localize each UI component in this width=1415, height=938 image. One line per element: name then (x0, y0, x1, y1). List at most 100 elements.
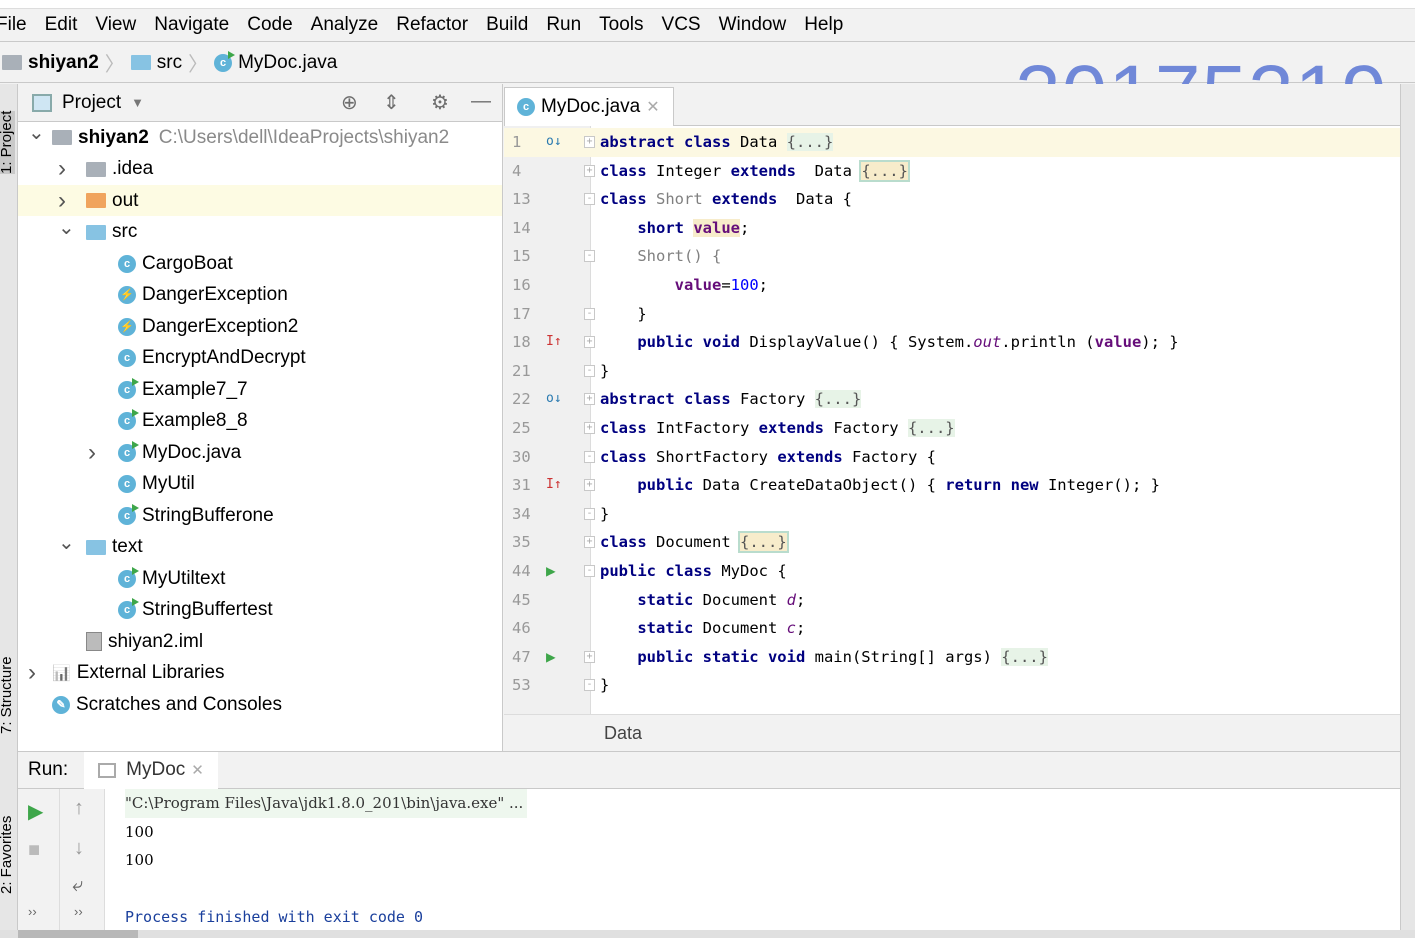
close-icon[interactable]: ✕ (646, 97, 659, 117)
breadcrumb-project[interactable]: shiyan2 (28, 52, 99, 74)
fold-collapse-icon[interactable]: - (584, 250, 595, 263)
code-line[interactable]: 45 static Document d; (504, 586, 1400, 615)
menu-build[interactable]: Build (486, 14, 528, 36)
tree-item[interactable]: c EncryptAndDecrypt (18, 343, 502, 374)
fold-expand-icon[interactable]: + (584, 479, 595, 492)
collapse-all-icon[interactable]: ⇕ (383, 90, 400, 115)
code-line[interactable]: 18 I↑ + public void DisplayValue() { Syste… (504, 328, 1400, 357)
locate-icon[interactable]: ⊕ (341, 90, 358, 115)
fold-expand-icon[interactable]: + (584, 536, 595, 549)
overrides-icon[interactable]: I↑ (546, 328, 562, 357)
close-icon[interactable]: ✕ (191, 761, 204, 779)
chevron-down-icon[interactable]: ⌄ (28, 120, 45, 145)
editor-breadcrumb[interactable]: Data (504, 714, 1400, 751)
menu-analyze[interactable]: Analyze (311, 14, 379, 36)
project-view-selector[interactable]: Project (62, 92, 121, 114)
fold-expand-icon[interactable]: + (584, 136, 595, 148)
menu-refactor[interactable]: Refactor (396, 14, 468, 36)
more-icon[interactable]: ›› (74, 904, 83, 919)
folded-block[interactable]: {...} (859, 159, 910, 182)
fold-collapse-icon[interactable]: - (584, 507, 595, 520)
code-line[interactable]: 4 + class Integer extends Data {...} (504, 157, 1400, 186)
fold-expand-icon[interactable]: + (584, 422, 595, 434)
minimize-icon[interactable]: — (471, 90, 491, 113)
code-line[interactable]: 30 - class ShortFactory extends Factory { (504, 443, 1400, 472)
fold-collapse-icon[interactable]: - (584, 193, 595, 206)
menu-edit[interactable]: Edit (45, 14, 78, 36)
fold-collapse-icon[interactable]: - (584, 565, 595, 577)
code-line[interactable]: 15 - Short() { (504, 242, 1400, 271)
soft-wrap-icon[interactable]: ⤶ (72, 874, 83, 897)
code-line[interactable]: 17 - } (504, 300, 1400, 329)
menu-navigate[interactable]: Navigate (154, 14, 229, 36)
tree-item[interactable]: ⚡ DangerException (18, 280, 502, 311)
tree-item[interactable]: › 📊 External Libraries (18, 658, 502, 689)
tool-tab-structure[interactable]: 7: Structure (0, 656, 15, 734)
code-line[interactable]: 22 o↓ + abstract class Factory {...} (504, 385, 1400, 414)
run-gutter-icon[interactable]: ▶ (546, 643, 556, 672)
tree-item[interactable]: c StringBufferone (18, 500, 502, 531)
tree-item[interactable]: › .idea (18, 154, 502, 185)
code-line[interactable]: 35 + class Document {...} (504, 528, 1400, 557)
implemented-icon[interactable]: o↓ (546, 385, 562, 414)
more-icon[interactable]: ›› (28, 904, 37, 919)
code-line[interactable]: 34 -} (504, 500, 1400, 529)
tool-tab-favorites[interactable]: 2: Favorites (0, 816, 15, 894)
tree-item[interactable]: c Example8_8 (18, 406, 502, 437)
menu-run[interactable]: Run (546, 14, 581, 36)
tree-item[interactable]: › c MyDoc.java (18, 437, 502, 468)
fold-expand-icon[interactable]: + (584, 164, 595, 177)
chevron-down-icon[interactable]: ▼ (131, 95, 144, 110)
tree-item[interactable]: ⌄ shiyan2 C:\Users\dell\IdeaProjects\shiya… (18, 122, 502, 153)
chevron-right-icon[interactable]: › (58, 187, 72, 215)
code-line[interactable]: 53 -} (504, 671, 1400, 700)
breadcrumb-file[interactable]: MyDoc.java (238, 52, 337, 74)
tree-item[interactable]: ⚡ DangerException2 (18, 311, 502, 342)
horizontal-scrollbar[interactable] (0, 930, 1415, 938)
menu-code[interactable]: Code (247, 14, 292, 36)
code-line[interactable]: 16 value=100; (504, 271, 1400, 300)
rerun-icon[interactable]: ▶ (28, 799, 43, 824)
run-gutter-icon[interactable]: ▶ (546, 557, 556, 586)
menu-tools[interactable]: Tools (599, 14, 643, 36)
code-line[interactable]: 1 o↓ + abstract class Data {...} (504, 128, 1400, 157)
folded-block[interactable]: {...} (786, 133, 834, 151)
menu-help[interactable]: Help (804, 14, 843, 36)
menu-vcs[interactable]: VCS (662, 14, 701, 36)
tree-item[interactable]: ⌄ src (18, 217, 502, 248)
arrow-up-icon[interactable]: ↑ (74, 797, 84, 820)
chevron-down-icon[interactable]: ⌄ (58, 215, 75, 240)
breadcrumb-src[interactable]: src (157, 52, 182, 74)
chevron-right-icon[interactable]: › (58, 155, 72, 183)
folded-block[interactable]: {...} (1001, 647, 1048, 666)
menu-file[interactable]: File (0, 14, 27, 36)
code-line[interactable]: 13 - class Short extends Data { (504, 185, 1400, 214)
tree-item[interactable]: c Example7_7 (18, 374, 502, 405)
menu-view[interactable]: View (95, 14, 136, 36)
arrow-down-icon[interactable]: ↓ (74, 837, 84, 860)
code-line[interactable]: 47 ▶ + public static void main(String[] ar… (504, 643, 1400, 672)
tree-item[interactable]: shiyan2.iml (18, 626, 502, 657)
tool-tab-project[interactable]: 1: Project (0, 110, 15, 174)
code-line[interactable]: 46 static Document c; (504, 614, 1400, 643)
tree-item[interactable]: c StringBuffertest (18, 595, 502, 626)
folded-block[interactable]: {...} (814, 390, 862, 409)
gear-icon[interactable]: ⚙ (431, 90, 449, 115)
chevron-right-icon[interactable]: › (88, 439, 102, 467)
tree-item[interactable]: c MyUtiltext (18, 563, 502, 594)
fold-expand-icon[interactable]: + (584, 336, 595, 349)
editor-tab-mydoc[interactable]: c MyDoc.java ✕ (504, 87, 674, 126)
chevron-down-icon[interactable]: ⌄ (58, 530, 75, 555)
folded-block[interactable]: {...} (738, 531, 789, 554)
fold-collapse-icon[interactable]: - (584, 307, 595, 320)
fold-expand-icon[interactable]: + (584, 650, 595, 663)
console-output[interactable]: "C:\Program Files\Java\jdk1.8.0_201\bin\… (125, 789, 528, 932)
menu-window[interactable]: Window (719, 14, 787, 36)
fold-collapse-icon[interactable]: - (584, 364, 595, 377)
run-tab-mydoc[interactable]: MyDoc ✕ (84, 751, 218, 789)
code-line[interactable]: 31 I↑ + public Data CreateDataObject() { r… (504, 471, 1400, 500)
overrides-icon[interactable]: I↑ (546, 471, 562, 500)
tree-item[interactable]: › out (18, 185, 502, 216)
fold-collapse-icon[interactable]: - (584, 679, 595, 692)
code-line[interactable]: 25 + class IntFactory extends Factory {...… (504, 414, 1400, 443)
